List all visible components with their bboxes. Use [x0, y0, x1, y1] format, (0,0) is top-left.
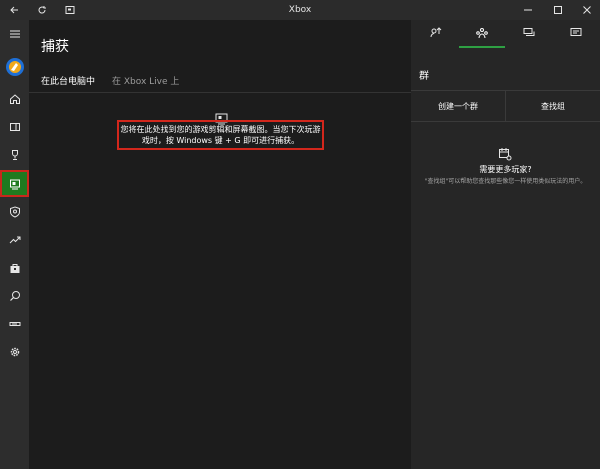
refresh-icon[interactable] — [34, 0, 50, 20]
back-arrow-icon[interactable] — [6, 0, 22, 20]
tab-xbox-live[interactable]: 在 Xbox Live 上 — [112, 74, 179, 87]
panel-header: 群 — [419, 71, 429, 82]
tab-this-pc[interactable]: 在此台电脑中 — [41, 74, 95, 87]
tab-parties[interactable] — [467, 24, 497, 42]
tab-divider — [29, 92, 411, 93]
title-bar: Xbox — [0, 0, 600, 20]
minimize-icon[interactable] — [517, 0, 539, 20]
trophy-icon[interactable] — [0, 143, 29, 167]
find-group-button[interactable]: 查找组 — [506, 91, 600, 121]
close-icon[interactable] — [576, 0, 598, 20]
left-nav — [0, 20, 29, 469]
tab-messages[interactable] — [514, 24, 544, 42]
search-icon[interactable] — [0, 284, 29, 308]
page-title: 捕获 — [41, 39, 69, 55]
lfg-title: 需要更多玩家? — [479, 165, 532, 174]
console-connect-icon[interactable] — [0, 312, 29, 336]
create-party-button[interactable]: 创建一个群 — [411, 91, 505, 121]
my-games-icon[interactable] — [0, 115, 29, 139]
active-tab-indicator — [459, 46, 505, 48]
store-bag-icon[interactable] — [0, 256, 29, 280]
captures-page: 捕获 在此台电脑中 在 Xbox Live 上 您将在此处找到您的游戏剪辑和屏幕… — [29, 20, 411, 469]
party-actions: 创建一个群 查找组 — [411, 90, 600, 122]
avatar[interactable] — [0, 54, 29, 80]
tab-achievements-feed[interactable] — [421, 24, 451, 42]
lfg-calendar-icon — [498, 146, 512, 165]
captures-icon[interactable] — [0, 170, 29, 197]
settings-gear-icon[interactable] — [0, 340, 29, 364]
empty-state-message: 您将在此处找到您的游戏剪辑和屏幕截图。当您下次玩游戏时，按 Windows 键 … — [120, 125, 321, 145]
maximize-icon[interactable] — [547, 0, 569, 20]
home-icon[interactable] — [0, 87, 29, 111]
clubs-shield-icon[interactable] — [0, 200, 29, 224]
social-panel: 群 创建一个群 查找组 需要更多玩家? "查找组"可以帮助您查找那些像您一样使用… — [411, 20, 600, 469]
screenshot-icon[interactable] — [62, 0, 78, 20]
trending-icon[interactable] — [0, 228, 29, 252]
hamburger-menu-icon[interactable] — [0, 22, 29, 46]
window-title: Xbox — [288, 5, 312, 15]
tab-activity-feed[interactable] — [561, 24, 591, 42]
lfg-description: "查找组"可以帮助您查找那些像您一样使用类似玩法的用户。 — [424, 178, 587, 185]
empty-state-message-box: 您将在此处找到您的游戏剪辑和屏幕截图。当您下次玩游戏时，按 Windows 键 … — [117, 120, 324, 150]
